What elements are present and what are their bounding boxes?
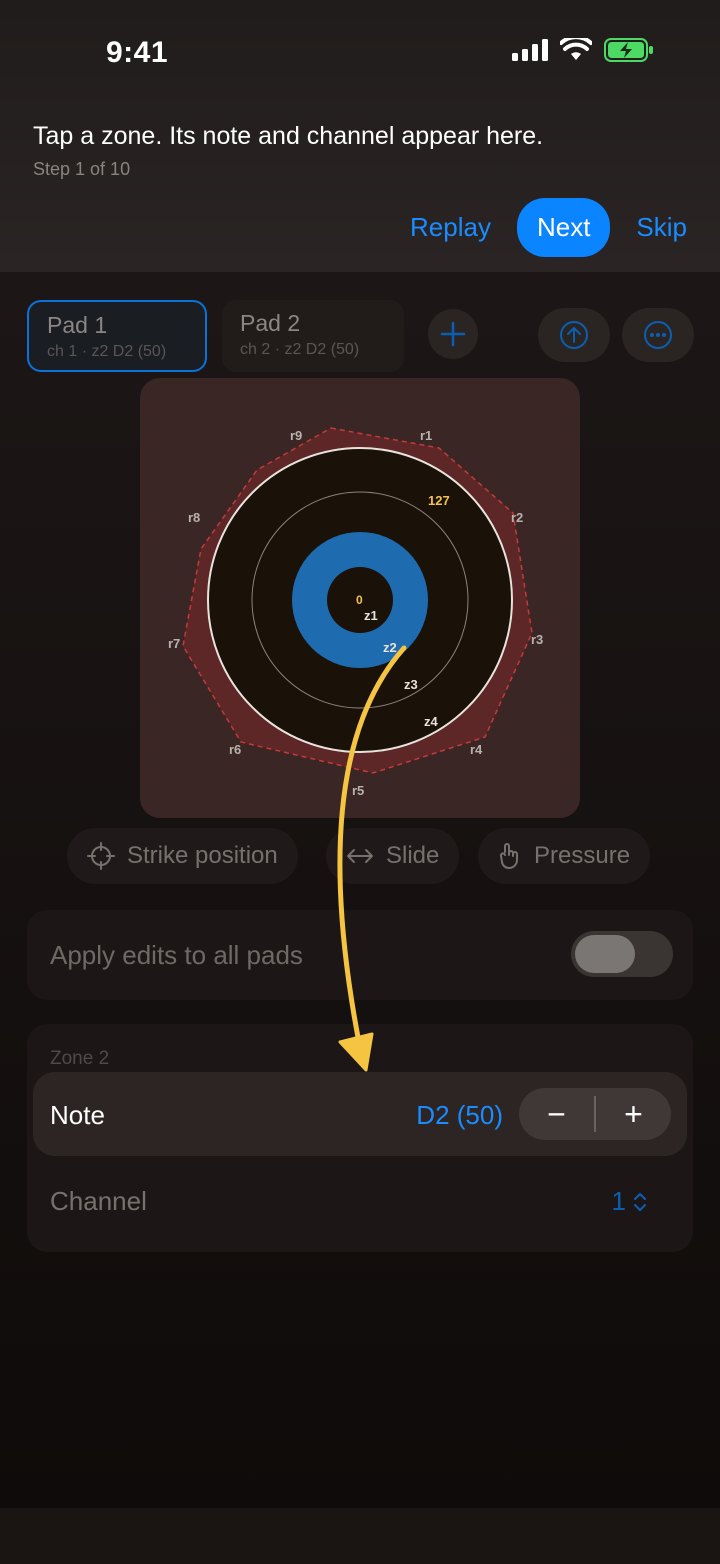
home-indicator-area <box>0 1508 720 1564</box>
coach-title: Tap a zone. Its note and channel appear … <box>33 122 544 150</box>
share-button[interactable] <box>538 308 610 362</box>
plus-icon <box>440 321 466 347</box>
channel-label: Channel <box>50 1186 147 1216</box>
rim-label-r9: r9 <box>290 428 302 443</box>
left-right-arrow-icon <box>347 849 373 863</box>
rim-label-r3: r3 <box>531 632 543 647</box>
wifi-icon <box>560 38 592 60</box>
chevron-up-down-icon <box>634 1192 646 1211</box>
channel-picker[interactable]: 1 <box>612 1186 648 1217</box>
note-row: Note D2 (50) − + <box>33 1072 687 1156</box>
ellipsis-circle-icon <box>644 321 672 349</box>
replay-button[interactable]: Replay <box>410 212 491 243</box>
upload-circle-icon <box>560 321 588 349</box>
chip-label: Strike position <box>127 842 278 869</box>
pad-diagram: r1 r2 r3 r4 r5 r6 r7 r8 r9 z1 z2 z3 z4 0… <box>168 427 543 798</box>
more-options-button[interactable] <box>622 308 694 362</box>
zone-label-z1: z1 <box>364 608 378 623</box>
coach-actions: Replay Next Skip <box>410 198 687 257</box>
pad-visual-card: r1 r2 r3 r4 r5 r6 r7 r8 r9 z1 z2 z3 z4 0… <box>140 378 580 818</box>
rim-label-r1: r1 <box>420 428 432 443</box>
add-pad-button[interactable] <box>428 309 478 359</box>
apply-all-toggle[interactable] <box>571 931 673 977</box>
coach-header: 9:41 Tap a zone. Its note and channel ap… <box>0 0 720 272</box>
battery-charging-icon <box>604 38 653 62</box>
cellular-signal-icon <box>512 39 548 61</box>
pad-tab-subtitle: ch 2 · z2 D2 (50) <box>240 341 360 358</box>
apply-all-card: Apply edits to all pads <box>27 910 693 1000</box>
chip-label: Pressure <box>534 842 631 869</box>
pad-tab-name: Pad 1 <box>47 312 108 338</box>
pad-tab-2[interactable]: Pad 2 ch 2 · z2 D2 (50) <box>222 300 404 372</box>
zone-label-z2: z2 <box>383 640 397 655</box>
rim-label-r5: r5 <box>352 783 364 798</box>
note-label: Note <box>50 1100 105 1130</box>
note-stepper: − + <box>519 1088 671 1140</box>
rim-label-r6: r6 <box>229 742 241 757</box>
note-decrement-button[interactable]: − <box>519 1088 594 1140</box>
hand-press-icon <box>499 843 518 870</box>
rim-label-r2: r2 <box>511 510 523 525</box>
zone-label-z3: z3 <box>404 677 418 692</box>
slide-chip[interactable]: Slide <box>326 828 460 884</box>
status-time: 9:41 <box>106 36 169 69</box>
next-button[interactable]: Next <box>516 198 611 257</box>
pressure-chip[interactable]: Pressure <box>478 828 651 884</box>
zone-title: Zone 2 <box>50 1048 110 1069</box>
apply-all-label: Apply edits to all pads <box>50 940 303 970</box>
crosshair-icon <box>87 842 115 870</box>
toggle-knob <box>575 935 635 973</box>
zone-label-z4: z4 <box>424 714 439 729</box>
skip-button[interactable]: Skip <box>636 212 687 243</box>
rim-label-r4: r4 <box>470 742 483 757</box>
pad-tab-subtitle: ch 1 · z2 D2 (50) <box>47 343 167 360</box>
outer-velocity-value: 127 <box>428 493 450 508</box>
strike-position-chip[interactable]: Strike position <box>67 828 298 884</box>
rim-label-r7: r7 <box>168 636 180 651</box>
rim-label-r8: r8 <box>188 510 200 525</box>
status-icons <box>512 38 654 62</box>
pad-tab-name: Pad 2 <box>240 310 301 336</box>
center-velocity-value: 0 <box>356 593 363 607</box>
chip-label: Slide <box>386 842 440 869</box>
note-value[interactable]: D2 (50) <box>416 1100 503 1131</box>
channel-value: 1 <box>611 1186 626 1216</box>
note-increment-button[interactable]: + <box>596 1088 671 1140</box>
coach-step-counter: Step 1 of 10 <box>33 159 131 179</box>
pad-tab-1[interactable]: Pad 1 ch 1 · z2 D2 (50) <box>27 300 207 372</box>
